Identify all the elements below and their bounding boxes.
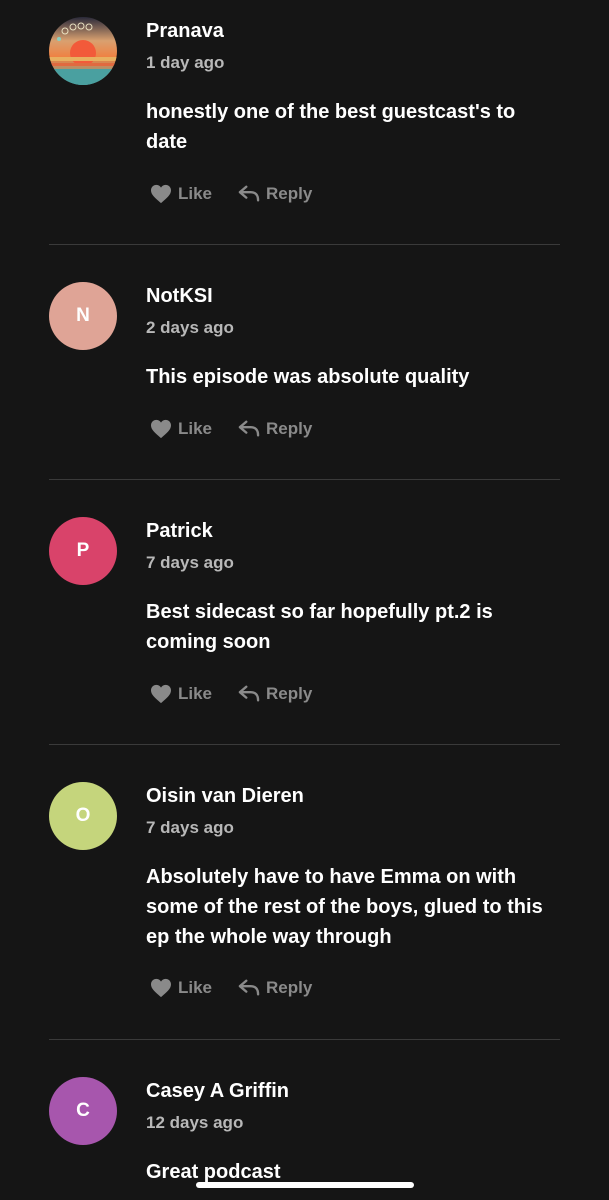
comment-actions: Like Reply — [150, 975, 312, 1001]
comment-item: N NotKSI 2 days ago This episode was abs… — [0, 265, 609, 480]
reply-button[interactable]: Reply — [238, 684, 312, 704]
home-indicator[interactable] — [196, 1182, 414, 1188]
heart-icon — [151, 419, 171, 439]
like-label: Like — [178, 419, 213, 438]
divider — [49, 244, 560, 245]
comment-text: This episode was absolute quality — [146, 366, 470, 388]
comment-timestamp: 2 days ago — [146, 318, 234, 337]
reply-label: Reply — [266, 419, 313, 438]
comment-item: O Oisin van Dieren 7 days ago Absolutely… — [0, 765, 609, 1040]
comment-author[interactable]: Oisin van Dieren — [146, 785, 304, 808]
avatar[interactable]: C — [49, 1077, 117, 1145]
avatar[interactable]: P — [49, 517, 117, 585]
avatar-initial: P — [76, 540, 90, 561]
avatar-initial: O — [75, 805, 91, 826]
comment-text: Best sidecast so far hopefully pt.2 is c… — [146, 601, 493, 653]
comment-timestamp: 7 days ago — [146, 553, 234, 572]
comment-actions: Like Reply — [150, 416, 312, 442]
reply-arrow-icon — [238, 685, 260, 702]
comment-timestamp: 7 days ago — [146, 818, 234, 837]
reply-button[interactable]: Reply — [238, 419, 312, 439]
comment-author[interactable]: NotKSI — [146, 285, 213, 308]
reply-button[interactable]: Reply — [238, 184, 312, 204]
reply-label: Reply — [266, 684, 313, 703]
comment-text: Absolutely have to have Emma on with som… — [146, 866, 543, 948]
sunset-artwork-icon — [49, 17, 117, 85]
comment-actions: Like Reply — [150, 681, 312, 707]
avatar-initial: C — [76, 1100, 90, 1121]
reply-arrow-icon — [238, 420, 260, 437]
comment-item: P Patrick 7 days ago Best sidecast so fa… — [0, 500, 609, 745]
heart-icon — [151, 184, 171, 204]
comment-author[interactable]: Casey A Griffin — [146, 1080, 289, 1103]
avatar-initial: N — [76, 305, 90, 326]
avatar[interactable]: N — [49, 282, 117, 350]
divider — [49, 479, 560, 480]
like-label: Like — [178, 978, 213, 997]
divider — [49, 1039, 560, 1040]
avatar[interactable]: O — [49, 782, 117, 850]
comment-timestamp: 1 day ago — [146, 53, 225, 72]
comment-actions: Like Reply — [150, 181, 312, 207]
comment-item: Pranava 1 day ago honestly one of the be… — [0, 0, 609, 245]
like-label: Like — [178, 184, 213, 203]
comment-text: honestly one of the best guestcast's to … — [146, 101, 516, 153]
heart-icon — [151, 684, 171, 704]
avatar[interactable] — [49, 17, 117, 85]
reply-button[interactable]: Reply — [238, 978, 312, 998]
like-button[interactable]: Like — [150, 419, 212, 439]
reply-arrow-icon — [238, 185, 260, 202]
heart-icon — [151, 978, 171, 998]
like-label: Like — [178, 684, 213, 703]
reply-arrow-icon — [238, 979, 260, 996]
comment-item: C Casey A Griffin 12 days ago Great podc… — [0, 1060, 609, 1200]
like-button[interactable]: Like — [150, 184, 212, 204]
like-button[interactable]: Like — [150, 684, 212, 704]
comment-timestamp: 12 days ago — [146, 1113, 244, 1132]
divider — [49, 744, 560, 745]
like-button[interactable]: Like — [150, 978, 212, 998]
reply-label: Reply — [266, 978, 313, 997]
comment-author[interactable]: Patrick — [146, 520, 213, 543]
reply-label: Reply — [266, 184, 313, 203]
comment-author[interactable]: Pranava — [146, 20, 224, 43]
